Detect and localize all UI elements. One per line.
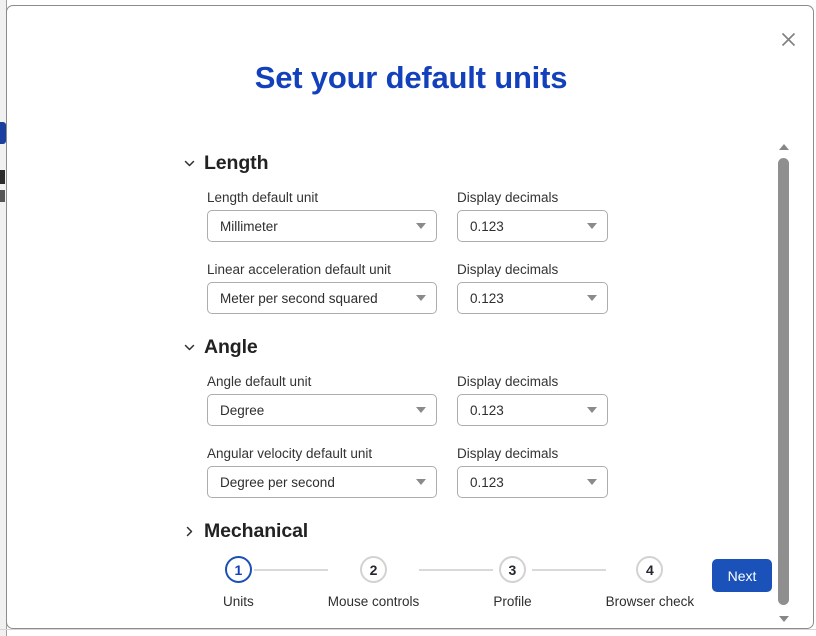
field-label: Display decimals <box>457 262 559 277</box>
page-title: Set your default units <box>254 60 568 95</box>
chevron-down-icon <box>416 407 426 413</box>
group-title-length: Length <box>204 151 269 174</box>
select-value: 0.123 <box>470 402 504 418</box>
default-units-dialog: Set your default units Length Length def… <box>6 5 814 629</box>
step-number: 2 <box>360 556 388 583</box>
chevron-down-icon <box>184 342 195 353</box>
unit-group-length: Length Length default unit Millimeter Di… <box>7 150 769 314</box>
select-value: Millimeter <box>220 218 278 234</box>
field-length-display-decimals: Display decimals 0.123 <box>457 190 608 242</box>
stepper-step-units[interactable]: 1 Units <box>223 556 254 609</box>
close-icon[interactable] <box>775 26 802 53</box>
stepper-connector <box>531 569 606 571</box>
select-value: 0.123 <box>470 290 504 306</box>
group-title-mechanical: Mechanical <box>204 519 309 542</box>
select-angle-default-unit[interactable]: Degree <box>207 394 437 426</box>
stepper-step-profile[interactable]: 3 Profile <box>493 556 532 609</box>
field-label: Angle default unit <box>207 374 312 389</box>
step-label: Units <box>223 594 254 609</box>
select-linear-acceleration-display-decimals[interactable]: 0.123 <box>457 282 608 314</box>
unit-group-mechanical: Mechanical <box>7 518 769 544</box>
select-value: Degree <box>220 402 265 418</box>
step-label: Browser check <box>605 594 695 609</box>
chevron-down-icon <box>587 479 597 485</box>
stepper-step-browser-check[interactable]: 4 Browser check <box>605 556 695 609</box>
stepper-step-mouse-controls[interactable]: 2 Mouse controls <box>327 556 420 609</box>
select-value: Degree per second <box>220 474 335 490</box>
field-label: Length default unit <box>207 190 319 205</box>
background-item-sliver <box>0 170 5 184</box>
group-header-angle[interactable]: Angle <box>7 334 769 360</box>
select-value: 0.123 <box>470 474 504 490</box>
settings-scroll-area: Length Length default unit Millimeter Di… <box>7 138 769 548</box>
select-angle-display-decimals[interactable]: 0.123 <box>457 394 608 426</box>
chevron-right-icon <box>184 526 195 537</box>
step-number: 4 <box>636 556 664 583</box>
group-title-angle: Angle <box>204 335 258 358</box>
field-length-default-unit: Length default unit Millimeter <box>207 190 437 242</box>
field-angular-velocity-display-decimals: Display decimals 0.123 <box>457 446 608 498</box>
select-length-display-decimals[interactable]: 0.123 <box>457 210 608 242</box>
dialog-footer: 1 Units 2 Mouse controls 3 Profile 4 Bro… <box>7 548 813 628</box>
stepper-connector <box>253 569 328 571</box>
chevron-down-icon <box>587 407 597 413</box>
chevron-down-icon <box>416 479 426 485</box>
step-number: 1 <box>224 556 252 583</box>
field-label: Display decimals <box>457 446 559 461</box>
next-button[interactable]: Next <box>712 559 772 592</box>
select-angular-velocity-display-decimals[interactable]: 0.123 <box>457 466 608 498</box>
chevron-down-icon <box>587 223 597 229</box>
group-header-length[interactable]: Length <box>7 150 769 176</box>
stepper-connector <box>419 569 494 571</box>
select-angular-velocity-default-unit[interactable]: Degree per second <box>207 466 437 498</box>
triangle-up-icon[interactable] <box>774 138 793 155</box>
unit-group-angle: Angle Angle default unit Degree Display … <box>7 334 769 498</box>
background-item-sliver <box>0 190 5 202</box>
step-number: 3 <box>498 556 526 583</box>
field-angle-default-unit: Angle default unit Degree <box>207 374 437 426</box>
step-label: Profile <box>493 594 532 609</box>
select-linear-acceleration-default-unit[interactable]: Meter per second squared <box>207 282 437 314</box>
field-label: Display decimals <box>457 374 559 389</box>
select-value: 0.123 <box>470 218 504 234</box>
field-label: Display decimals <box>457 190 559 205</box>
field-angular-velocity-default-unit: Angular velocity default unit Degree per… <box>207 446 437 498</box>
chevron-down-icon <box>587 295 597 301</box>
scrollbar-thumb[interactable] <box>778 158 789 605</box>
field-linear-acceleration-default-unit: Linear acceleration default unit Meter p… <box>207 262 437 314</box>
step-label: Mouse controls <box>327 594 420 609</box>
field-linear-acceleration-display-decimals: Display decimals 0.123 <box>457 262 608 314</box>
select-value: Meter per second squared <box>220 290 378 306</box>
group-header-mechanical[interactable]: Mechanical <box>7 518 769 544</box>
field-label: Linear acceleration default unit <box>207 262 391 277</box>
chevron-down-icon <box>416 223 426 229</box>
field-angle-display-decimals: Display decimals 0.123 <box>457 374 608 426</box>
select-length-default-unit[interactable]: Millimeter <box>207 210 437 242</box>
settings-content-region: Length Length default unit Millimeter Di… <box>7 138 813 627</box>
chevron-down-icon <box>184 158 195 169</box>
wizard-stepper: 1 Units 2 Mouse controls 3 Profile 4 Bro… <box>223 556 694 609</box>
background-bottom-divider <box>0 629 816 630</box>
field-label: Angular velocity default unit <box>207 446 373 461</box>
chevron-down-icon <box>416 295 426 301</box>
